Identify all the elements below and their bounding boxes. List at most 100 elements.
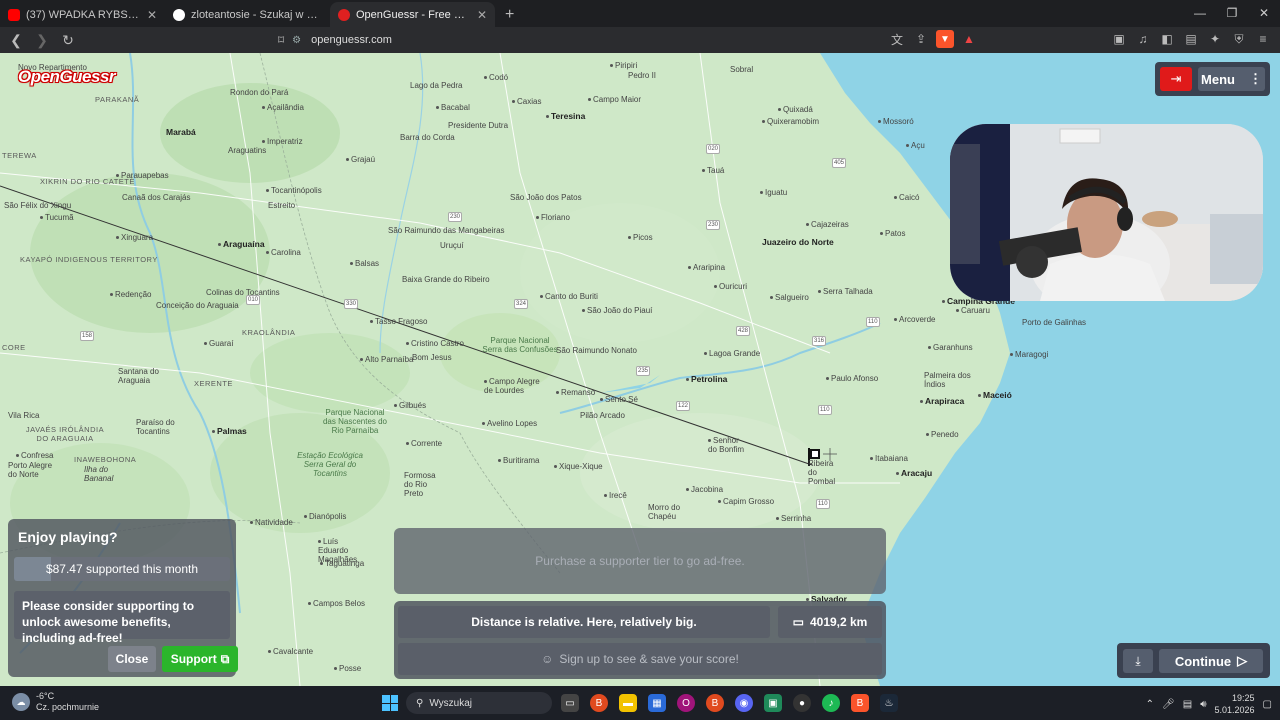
- map-label: São João dos Patos: [510, 193, 582, 202]
- map-label: Araguatins: [228, 146, 267, 155]
- map-label: Canto do Buriti: [540, 292, 598, 301]
- map-label: Quixeramobim: [762, 117, 819, 126]
- chevron-up-icon[interactable]: ⌃: [1146, 699, 1154, 710]
- road-shield: 428: [736, 326, 751, 336]
- opera-icon[interactable]: O: [677, 694, 695, 712]
- map-label: Campo Maior: [588, 95, 641, 104]
- brave-shields-icon[interactable]: ▼: [936, 30, 954, 48]
- tab-close-icon[interactable]: ✕: [477, 8, 487, 22]
- system-tray: ⌃ 🎤︎ ▤ 🔊︎ 19:25 5.01.2026 ▢: [1146, 692, 1272, 716]
- menu-bar: ⇥ Menu ⋮: [1155, 62, 1270, 96]
- browser-tab-google[interactable]: zloteantosie - Szukaj w Google: [165, 2, 330, 27]
- map-label: Sobral: [730, 65, 754, 74]
- translate-icon[interactable]: 文: [888, 30, 906, 48]
- store-icon[interactable]: ▦: [648, 694, 666, 712]
- map-label: São Raimundo Nonato: [556, 346, 637, 355]
- start-button[interactable]: [382, 695, 398, 711]
- task-view-icon[interactable]: ▭: [561, 694, 579, 712]
- browser-menu-icon[interactable]: ≡: [1254, 30, 1272, 48]
- weather-widget[interactable]: ☁ -6°C Cz. pochmurnie: [12, 691, 99, 713]
- browser-tab-openguessr[interactable]: OpenGuessr - Free GeoGuess ✕: [330, 2, 495, 27]
- map-label: Paulo Afonso: [826, 374, 878, 383]
- brave-beta-icon[interactable]: B: [706, 694, 724, 712]
- reload-icon[interactable]: ↻: [58, 30, 78, 50]
- browser-tab-youtube[interactable]: (37) WPADKA RYBSONA I LEQUI!? MA ✕: [0, 2, 165, 27]
- map-label: Caicó: [894, 193, 919, 202]
- map-label: Capim Grosso: [718, 497, 774, 506]
- map-label: Redenção: [110, 290, 151, 299]
- app-icon[interactable]: ▣: [764, 694, 782, 712]
- maximize-button[interactable]: ❐: [1216, 0, 1248, 26]
- exit-button[interactable]: ⇥: [1160, 67, 1192, 91]
- map-label: Campo Alegre de Lourdes: [484, 377, 544, 395]
- microphone-icon[interactable]: 🎤︎: [1162, 699, 1175, 710]
- media-icon[interactable]: ♫: [1134, 30, 1152, 48]
- road-shield: 324: [514, 299, 529, 309]
- map-label: Codó: [484, 73, 508, 82]
- signup-button[interactable]: ☺ Sign up to see & save your score!: [398, 643, 882, 675]
- spotify-icon[interactable]: ♪: [822, 694, 840, 712]
- obs-icon[interactable]: ●: [793, 694, 811, 712]
- forward-icon[interactable]: ❯: [32, 30, 52, 50]
- map-label: Formosa do Rio Preto: [404, 471, 436, 498]
- map-park-label: Parque Nacional das Nascentes do Rio Par…: [322, 408, 388, 435]
- continue-bar: ⤓ Continue ▷: [1117, 643, 1270, 678]
- vpn-icon[interactable]: ⛨: [1230, 30, 1248, 48]
- steam-icon[interactable]: ♨: [880, 694, 898, 712]
- support-button[interactable]: Support ⧉: [162, 646, 238, 672]
- map-label: Floriano: [536, 213, 570, 222]
- back-icon[interactable]: ❮: [6, 30, 26, 50]
- tab-close-icon[interactable]: ✕: [147, 8, 157, 22]
- minimize-button[interactable]: —: [1184, 0, 1216, 26]
- share-icon[interactable]: ⇪: [912, 30, 930, 48]
- map-label: Sento Sé: [600, 395, 638, 404]
- map-label: Ilha do Bananal: [84, 465, 114, 483]
- toolbar-right-buttons: 文 ⇪ ▼ ▲ ▣ ♫ ◧ ▤ ✦ ⛨ ≡: [888, 30, 1272, 48]
- screenshot-icon[interactable]: ▣: [1110, 30, 1128, 48]
- map-label: Piripiri: [610, 61, 637, 70]
- sidebar-icon[interactable]: ◧: [1158, 30, 1176, 48]
- bookmark-icon[interactable]: ⌑: [278, 33, 284, 47]
- new-tab-button[interactable]: +: [495, 2, 524, 27]
- brave-active-icon[interactable]: B: [851, 694, 869, 712]
- address-bar[interactable]: ⌑ ⚙ openguessr.com: [278, 33, 392, 47]
- volume-icon[interactable]: 🔊︎: [1200, 699, 1206, 710]
- url-text[interactable]: openguessr.com: [311, 34, 392, 46]
- download-button[interactable]: ⤓: [1123, 649, 1153, 673]
- brave-taskbar-icon[interactable]: B: [590, 694, 608, 712]
- road-shield: 230: [448, 212, 463, 222]
- map-region-label: TEREWA: [2, 151, 37, 160]
- file-explorer-icon[interactable]: ▬: [619, 694, 637, 712]
- map-label: Posse: [334, 664, 361, 673]
- map-label: Iguatu: [760, 188, 787, 197]
- map-label: Arcoverde: [894, 315, 935, 324]
- map-label: Garanhuns: [928, 343, 973, 352]
- close-window-button[interactable]: ✕: [1248, 0, 1280, 26]
- map-label: Porto Alegre do Norte: [8, 461, 53, 479]
- brave-rewards-icon[interactable]: ▲: [960, 30, 978, 48]
- map-label: Tasso Fragoso: [370, 317, 427, 326]
- wallet-icon[interactable]: ▤: [1182, 30, 1200, 48]
- map-label: Carolina: [266, 248, 301, 257]
- map-label: Jacobina: [686, 485, 723, 494]
- map-label: Pilão Arcado: [580, 411, 625, 420]
- map-label: Maragogi: [1010, 350, 1048, 359]
- ad-placeholder[interactable]: Purchase a supporter tier to go ad-free.: [394, 528, 886, 594]
- discord-icon[interactable]: ◉: [735, 694, 753, 712]
- map-label: Taguatinga: [320, 559, 364, 568]
- notification-icon[interactable]: ▢: [1263, 699, 1272, 710]
- network-icon[interactable]: ▤: [1183, 699, 1192, 710]
- leo-ai-icon[interactable]: ✦: [1206, 30, 1224, 48]
- taskbar-search[interactable]: ⚲ Wyszukaj: [406, 692, 552, 714]
- clock[interactable]: 19:25 5.01.2026: [1215, 692, 1255, 716]
- map-label: Grajaú: [346, 155, 375, 164]
- close-button[interactable]: Close: [108, 646, 156, 672]
- map-label: São Raimundo das Mangabeiras: [388, 226, 505, 235]
- map-label: Baixa Grande do Ribeiro: [402, 275, 490, 284]
- site-info-icon[interactable]: ⚙: [292, 35, 301, 46]
- menu-button[interactable]: Menu ⋮: [1198, 67, 1265, 91]
- continue-button[interactable]: Continue ▷: [1159, 649, 1263, 673]
- continue-label: Continue: [1174, 653, 1232, 669]
- map-label: Parauapebas: [116, 171, 169, 180]
- map-label: Remanso: [556, 388, 595, 397]
